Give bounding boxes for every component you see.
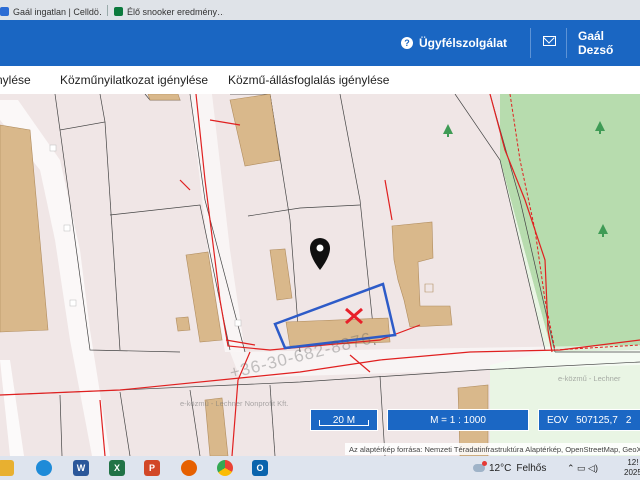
outlook-icon[interactable]: O xyxy=(252,460,268,476)
user-menu[interactable]: Gaál Dezső xyxy=(578,20,640,66)
user-name: Gaál Dezső xyxy=(578,29,614,57)
map-attribution: Az alaptérkép forrása: Nemzeti Téradatin… xyxy=(345,443,640,455)
ratio-label: M = 1 : 1000 xyxy=(430,414,486,426)
browser-tab-snooker[interactable]: Élő snooker eredmény… xyxy=(114,3,224,20)
site-header: ? Ügyfélszolgálat Gaál Dezső xyxy=(0,20,640,66)
nav-item-kozmu-allasfoglalas[interactable]: Közmű-állásfoglalás igénylése xyxy=(228,66,389,94)
firefox-icon[interactable] xyxy=(181,460,197,476)
scale-bar-box: 20 M xyxy=(310,409,378,431)
location-pin-icon xyxy=(310,238,330,270)
browser-tab-gaal-ingatlan[interactable]: Gaál ingatlan | Celldö… xyxy=(0,3,102,20)
weather-temp: 12°C xyxy=(489,462,512,474)
eov-x-value: 507125,7 xyxy=(576,414,618,426)
service-nav: nylése Közműnyilatkozat igénylése Közmű-… xyxy=(0,66,640,95)
help-link[interactable]: ? Ügyfélszolgálat xyxy=(401,20,507,66)
help-label: Ügyfélszolgálat xyxy=(419,36,508,50)
road-sidewalk xyxy=(0,360,24,456)
map-graphics xyxy=(0,94,640,456)
nav-item-partial[interactable]: nylése xyxy=(0,66,31,94)
browser-tab-strip: Gaál ingatlan | Celldö… Élő snooker ered… xyxy=(0,0,640,20)
eov-prefix: EOV xyxy=(547,414,569,426)
clock-date: 2025 xyxy=(624,468,640,477)
tab-separator xyxy=(107,5,108,16)
tab-label: Gaál ingatlan | Celldö… xyxy=(13,6,102,17)
app-glyph: O xyxy=(256,463,264,473)
tab-favicon-icon xyxy=(114,7,123,16)
edge-icon[interactable] xyxy=(36,460,52,476)
clock[interactable]: 12! 2025 xyxy=(624,456,640,480)
question-circle-icon: ? xyxy=(401,37,413,49)
nav-label: nylése xyxy=(0,73,31,87)
envelope-icon[interactable] xyxy=(543,36,556,46)
weather-text: Felhős xyxy=(516,462,547,474)
cloud-icon xyxy=(473,461,487,472)
weather-widget[interactable]: 12°C Felhős xyxy=(473,456,546,480)
word-icon[interactable]: W xyxy=(73,460,89,476)
nav-label: Közmű-állásfoglalás igénylése xyxy=(228,73,390,87)
explorer-icon[interactable] xyxy=(0,460,14,476)
powerpoint-icon[interactable]: P xyxy=(144,460,160,476)
clock-time: 12! xyxy=(627,458,639,467)
eov-y-value: 2 xyxy=(625,414,632,426)
nav-label: Közműnyilatkozat igénylése xyxy=(60,73,209,87)
app-glyph: X xyxy=(113,463,120,473)
app-glyph: W xyxy=(76,463,86,473)
map-credit-partial: e-közmű - Lechner xyxy=(558,374,621,383)
green-area xyxy=(500,94,640,352)
scale-bar xyxy=(319,420,369,426)
ratio-box[interactable]: M = 1 : 1000 xyxy=(387,409,529,431)
tab-label: Élő snooker eredmény… xyxy=(127,6,224,17)
eov-coordinate-box: EOV 507125,7 2 xyxy=(538,409,640,431)
tray-icons: ⌃ ▭ ◁) xyxy=(567,462,598,473)
nav-item-kozmunyilatkozat[interactable]: Közműnyilatkozat igénylése xyxy=(60,66,208,94)
system-tray[interactable]: ⌃ ▭ ◁) xyxy=(567,456,598,480)
excel-icon[interactable]: X xyxy=(109,460,125,476)
header-divider xyxy=(530,28,531,58)
chrome-icon[interactable] xyxy=(217,460,233,476)
app-glyph: P xyxy=(148,463,155,473)
map-canvas[interactable]: +36-30-682-8876 e-közmű - Lechner Nonpro… xyxy=(0,94,640,456)
map-credit: e-közmű - Lechner Nonprofit Kft. xyxy=(180,399,289,408)
tab-favicon-icon xyxy=(0,7,9,16)
taskbar: W X P O 12°C Felhős ⌃ ▭ ◁) 12! 2025 xyxy=(0,456,640,480)
header-divider xyxy=(566,28,567,58)
